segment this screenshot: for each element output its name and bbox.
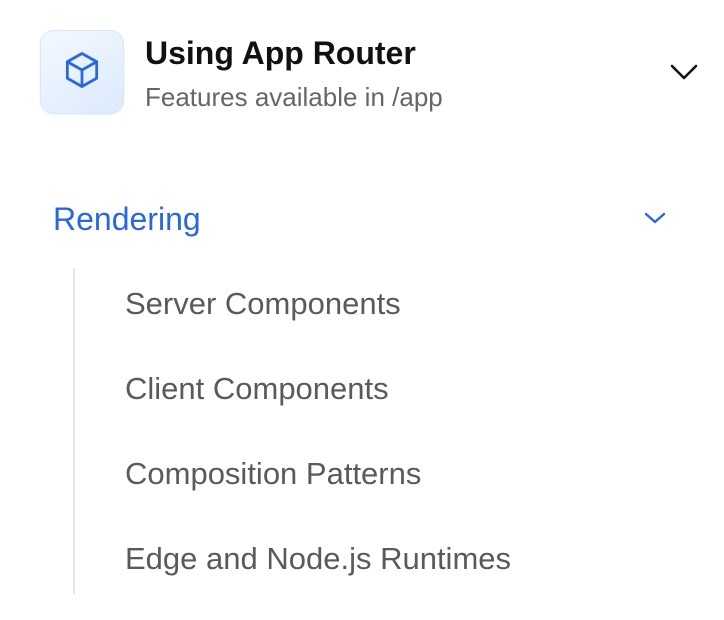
router-icon-badge — [40, 30, 124, 114]
section-header-rendering[interactable]: Rendering — [40, 192, 680, 246]
router-switcher[interactable]: Using App Router Features available in /… — [40, 30, 704, 116]
rendering-sub-list: Server Components Client Components Comp… — [73, 268, 693, 594]
nav-item-client-components[interactable]: Client Components — [125, 367, 389, 411]
chevron-down-icon[interactable] — [666, 57, 702, 87]
section-label[interactable]: Rendering — [53, 198, 201, 240]
nav-item-edge-and-nodejs-runtimes[interactable]: Edge and Node.js Runtimes — [125, 537, 511, 581]
router-subtitle: Features available in /app — [145, 82, 443, 112]
sub-list-rail — [73, 268, 75, 594]
cube-icon — [60, 48, 104, 97]
router-title: Using App Router — [145, 35, 416, 71]
nav-item-composition-patterns[interactable]: Composition Patterns — [125, 452, 421, 496]
chevron-down-icon[interactable] — [640, 205, 670, 231]
nav-item-server-components[interactable]: Server Components — [125, 282, 401, 326]
